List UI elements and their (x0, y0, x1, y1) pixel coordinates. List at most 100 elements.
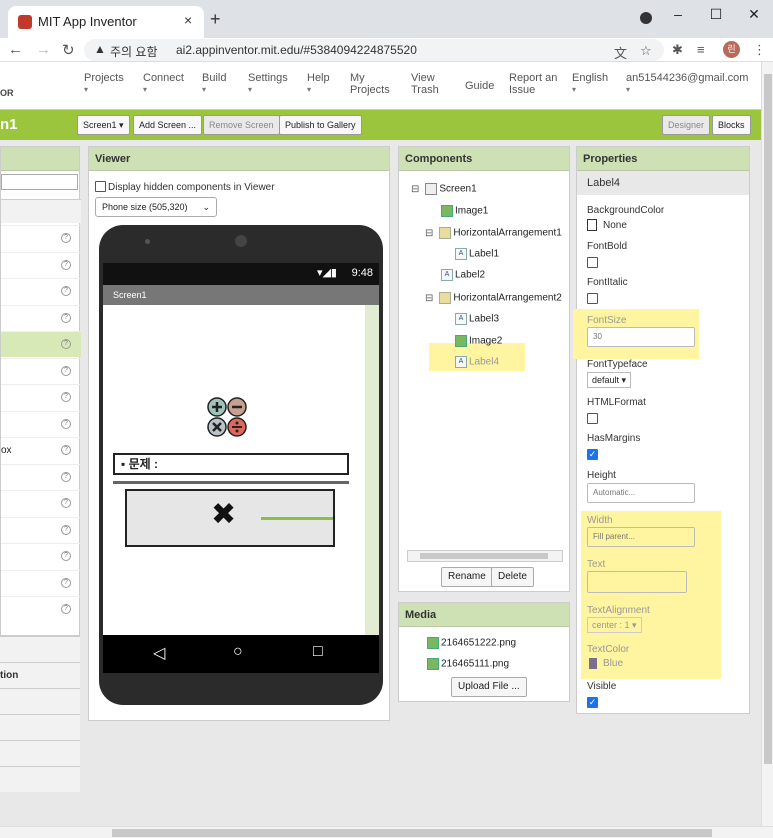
security-warning-text[interactable]: 주의 요함 (110, 43, 158, 60)
palette-item[interactable]: ? (1, 516, 81, 543)
page-vertical-scrollbar[interactable] (761, 62, 773, 828)
htmlformat-checkbox[interactable] (587, 413, 598, 424)
label4-preview[interactable] (261, 517, 333, 520)
extensions-icon[interactable]: ✱ (672, 42, 683, 58)
help-icon[interactable]: ? (61, 365, 71, 376)
new-tab-icon[interactable]: + (210, 9, 221, 30)
component-tree-item[interactable]: A Label1 (455, 248, 499, 260)
palette-item[interactable]: ? (1, 225, 81, 251)
page-horizontal-scrollbar[interactable] (0, 826, 773, 838)
maximize-icon[interactable]: ☐ (697, 0, 735, 30)
palette-item[interactable]: ? (1, 331, 81, 357)
tab-close-icon[interactable]: × (184, 12, 192, 28)
palette-section[interactable] (0, 688, 80, 714)
menu-projects[interactable]: Projects ▾ (84, 72, 124, 96)
help-icon[interactable]: ? (61, 471, 71, 482)
help-icon[interactable]: ? (61, 259, 71, 270)
color-swatch[interactable] (587, 219, 597, 231)
palette-section[interactable] (0, 714, 80, 740)
phone-scrollbar[interactable] (365, 305, 379, 635)
bookmark-star-icon[interactable]: ☆ (640, 43, 652, 59)
component-tree-item[interactable]: ⊟ Screen1 (411, 183, 477, 195)
palette-section[interactable] (0, 636, 80, 662)
hasmargins-checkbox[interactable]: ✓ (587, 449, 598, 460)
fontbold-checkbox[interactable] (587, 257, 598, 268)
scrollbar-thumb[interactable] (764, 74, 772, 764)
translate-icon[interactable]: 文 (614, 43, 627, 62)
menu-settings[interactable]: Settings ▾ (248, 72, 288, 96)
fontitalic-checkbox[interactable] (587, 293, 598, 304)
menu-build[interactable]: Build ▾ (202, 72, 226, 96)
media-file[interactable]: 2164651222.png (427, 637, 516, 649)
component-tree-item[interactable]: Image1 (441, 205, 488, 217)
delete-button[interactable]: Delete (491, 567, 534, 587)
fontsize-input[interactable]: 30 (587, 327, 695, 347)
palette-item[interactable]: ? (1, 357, 81, 384)
designer-button[interactable]: Designer (662, 115, 711, 135)
palette-section[interactable] (0, 740, 80, 766)
visible-checkbox[interactable]: ✓ (587, 697, 598, 708)
upload-file-button[interactable]: Upload File ... (451, 677, 527, 697)
checkbox-box[interactable] (95, 181, 106, 192)
screen-select-button[interactable]: Screen1 ▾ (77, 115, 130, 135)
collapse-toggle-icon[interactable]: ⊟ (411, 184, 419, 195)
component-tree-item[interactable]: A Label3 (455, 313, 499, 325)
help-icon[interactable]: ? (61, 551, 71, 561)
calculator-symbols-image[interactable] (207, 397, 247, 437)
reload-icon[interactable]: ↻ (62, 41, 75, 59)
reading-list-icon[interactable]: ≡ (697, 42, 705, 57)
palette-item[interactable]: ? (1, 463, 81, 490)
window-close-icon[interactable]: ✕ (735, 0, 773, 30)
scrollbar-thumb[interactable] (112, 829, 712, 837)
publish-gallery-button[interactable]: Publish to Gallery (279, 115, 362, 135)
menu-account[interactable]: an51544236@gmail.com ▾ (626, 72, 748, 96)
palette-item[interactable]: ? (1, 278, 81, 304)
palette-section[interactable]: tion (0, 662, 80, 688)
horizontal-arrangement-preview[interactable]: ✖ (125, 489, 335, 547)
blocks-button[interactable]: Blocks (712, 115, 751, 135)
help-icon[interactable]: ? (61, 312, 71, 323)
phone-screen-title[interactable]: Screen1 (103, 285, 379, 305)
tree-horizontal-scrollbar[interactable] (407, 550, 563, 562)
palette-item[interactable]: ? (1, 304, 81, 331)
remove-screen-button[interactable]: Remove Screen (203, 115, 280, 135)
text-color-swatch[interactable] (589, 658, 597, 669)
multiply-icon[interactable]: ✖ (211, 497, 236, 532)
display-hidden-checkbox[interactable]: Display hidden components in Viewer (95, 181, 275, 193)
help-icon[interactable]: ? (61, 498, 71, 508)
profile-indicator-icon[interactable] (640, 12, 652, 24)
rename-button[interactable]: Rename (441, 567, 493, 587)
backgroundcolor-value[interactable]: None (603, 220, 627, 231)
add-screen-button[interactable]: Add Screen ... (133, 115, 203, 135)
profile-avatar[interactable]: 린 (723, 41, 740, 58)
collapse-toggle-icon[interactable]: ⊟ (425, 293, 433, 304)
menu-my-projects[interactable]: My Projects (350, 72, 394, 96)
help-icon[interactable]: ? (61, 418, 71, 429)
warning-icon[interactable]: ▲ (94, 42, 106, 56)
phone-size-select[interactable]: Phone size (505,320) ⌄ (95, 197, 217, 217)
help-icon[interactable]: ? (61, 392, 71, 402)
component-tree-item[interactable]: ⊟ HorizontalArrangement2 (425, 292, 562, 304)
palette-item[interactable]: ox? (1, 437, 81, 463)
help-icon[interactable]: ? (61, 604, 71, 614)
component-tree-item[interactable]: A Label2 (441, 269, 485, 281)
menu-connect[interactable]: Connect ▾ (143, 72, 184, 96)
palette-item[interactable]: ? (1, 251, 81, 278)
palette-item[interactable]: ? (1, 384, 81, 410)
palette-item[interactable]: ? (1, 410, 81, 437)
menu-report-issue[interactable]: Report an Issue (509, 72, 559, 96)
forward-icon[interactable]: → (36, 41, 51, 58)
help-icon[interactable]: ? (61, 233, 71, 243)
menu-language[interactable]: English ▾ (572, 72, 608, 96)
browser-tab[interactable]: MIT App Inventor × (8, 6, 204, 38)
menu-guide[interactable]: Guide (465, 80, 494, 92)
help-icon[interactable]: ? (61, 286, 71, 296)
media-file[interactable]: 216465111.png (427, 658, 509, 670)
component-tree-item[interactable]: ⊟ HorizontalArrangement1 (425, 227, 562, 239)
help-icon[interactable]: ? (61, 524, 71, 535)
fonttypeface-select[interactable]: default ▾ (587, 372, 632, 388)
palette-section-header[interactable] (1, 199, 81, 223)
phone-screen[interactable]: ▪ 문제 : ✖ (103, 305, 379, 635)
collapse-toggle-icon[interactable]: ⊟ (425, 228, 433, 239)
minimize-icon[interactable]: – (659, 0, 697, 30)
